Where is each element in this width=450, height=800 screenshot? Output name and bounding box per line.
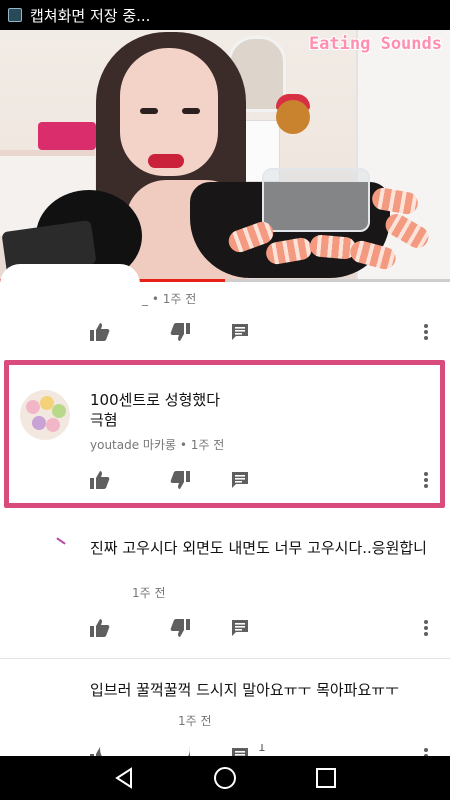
comment-time: 1주 전 <box>178 714 212 728</box>
toy <box>276 100 310 134</box>
overlay-shape <box>0 264 140 304</box>
overlay-shape <box>24 674 94 684</box>
comment-actions <box>0 616 450 646</box>
home-icon[interactable] <box>213 766 237 790</box>
status-bar: 캡쳐화면 저장 중... <box>0 0 450 30</box>
comment-text: 극혐 <box>90 411 118 429</box>
comment-time: _ • 1주 전 <box>142 292 197 306</box>
macaron <box>52 404 66 418</box>
pillow <box>38 122 96 150</box>
back-icon[interactable] <box>112 766 136 790</box>
comment-actions <box>0 468 450 498</box>
video-player[interactable]: Eating Sounds <box>0 30 450 282</box>
comment-divider <box>0 658 450 659</box>
macaron <box>26 400 40 414</box>
comment-time: 1주 전 <box>132 586 166 600</box>
person-eye-right <box>182 108 200 114</box>
gallery-notification-icon <box>8 8 22 22</box>
video-watermark: Eating Sounds <box>308 34 442 54</box>
comment-text: 100센트로 성형했다 <box>90 391 220 409</box>
overlay-shape <box>18 558 168 582</box>
navigation-bar <box>0 756 450 800</box>
reply-icon[interactable] <box>228 744 252 756</box>
thumbs-up-icon[interactable] <box>88 320 112 344</box>
macaron <box>32 416 46 430</box>
macaron-avatar-icon[interactable] <box>20 390 70 440</box>
reply-icon[interactable] <box>228 320 252 344</box>
thumbs-up-icon[interactable] <box>88 468 112 492</box>
status-notification-text: 캡쳐화면 저장 중... <box>30 6 151 25</box>
more-vert-icon[interactable] <box>414 468 438 492</box>
thumbs-down-icon[interactable] <box>168 320 192 344</box>
thumbs-down-icon[interactable] <box>168 616 192 640</box>
more-vert-icon[interactable] <box>414 744 438 756</box>
thumbs-up-icon[interactable] <box>88 616 112 640</box>
comment-time: 1주 전 <box>190 438 225 452</box>
macaron <box>46 418 60 432</box>
comment-text: 입브러 꿀꺽꿀꺽 드시지 말아요ㅠㅜ 목아파요ㅠㅜ <box>90 681 399 699</box>
comments-list: _ • 1주 전 100센트로 성형했다 극혐 youtade 마카롱 • 1주… <box>0 264 450 764</box>
more-vert-icon[interactable] <box>414 616 438 640</box>
person-lips <box>148 154 184 168</box>
person-eye-left <box>140 108 158 114</box>
reply-icon[interactable] <box>228 616 252 640</box>
more-vert-icon[interactable] <box>414 320 438 344</box>
comment-text: 진짜 고우시다 외면도 내면도 너무 고우시다..응원합니 <box>90 539 427 557</box>
comment-actions: 1 <box>0 744 450 756</box>
meta-separator: • <box>179 438 191 452</box>
comment-meta: youtade 마카롱 • 1주 전 <box>90 436 224 453</box>
thumbs-down-icon[interactable] <box>168 468 192 492</box>
avatar-fragment <box>56 537 66 545</box>
reply-count: 1 <box>258 744 266 754</box>
recent-apps-icon[interactable] <box>314 766 338 790</box>
sauce-cup <box>262 168 370 232</box>
reply-icon[interactable] <box>228 468 252 492</box>
comment-actions <box>0 320 450 350</box>
shrimp <box>309 234 357 260</box>
comment-author[interactable]: youtade 마카롱 <box>90 438 176 452</box>
